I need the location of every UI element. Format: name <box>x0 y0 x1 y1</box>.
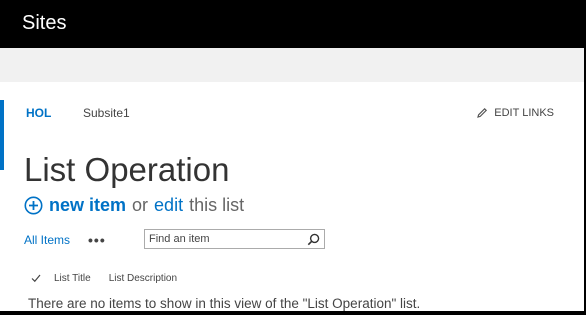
command-row: new item or edit this list <box>24 194 244 216</box>
edit-links-label: EDIT LINKS <box>494 107 554 119</box>
search-icon[interactable] <box>307 233 320 246</box>
page-title: List Operation <box>24 151 230 189</box>
or-text: or <box>132 194 149 215</box>
more-views-button[interactable]: ••• <box>88 232 106 248</box>
search-box <box>144 229 325 249</box>
edit-list-link[interactable]: edit <box>154 195 183 216</box>
new-item-link[interactable]: new item <box>49 195 126 216</box>
select-all-check-icon[interactable] <box>30 272 42 284</box>
all-items-view-link[interactable]: All Items <box>24 233 70 247</box>
breadcrumb-site-link[interactable]: HOL <box>26 106 51 120</box>
suite-bar <box>0 48 584 82</box>
view-selector: All Items ••• <box>24 230 106 250</box>
column-header-row: List Title List Description <box>24 270 177 286</box>
this-list-text: this list <box>189 194 245 215</box>
breadcrumb-subsite-link[interactable]: Subsite1 <box>83 106 130 120</box>
pencil-icon <box>477 107 488 118</box>
edit-links-button[interactable]: EDIT LINKS <box>476 106 554 120</box>
column-header-list-description[interactable]: List Description <box>109 273 177 284</box>
bottom-border <box>0 311 586 315</box>
page-frame: HOL Subsite1 EDIT LINKS List Operation n… <box>0 48 584 311</box>
left-accent-bar <box>0 100 4 170</box>
search-input[interactable] <box>149 231 299 247</box>
empty-list-message: There are no items to show in this view … <box>28 296 421 311</box>
plus-circle-icon[interactable] <box>24 196 43 215</box>
top-bar: Sites <box>0 0 586 48</box>
sites-title[interactable]: Sites <box>22 9 66 37</box>
column-header-list-title[interactable]: List Title <box>54 273 91 284</box>
